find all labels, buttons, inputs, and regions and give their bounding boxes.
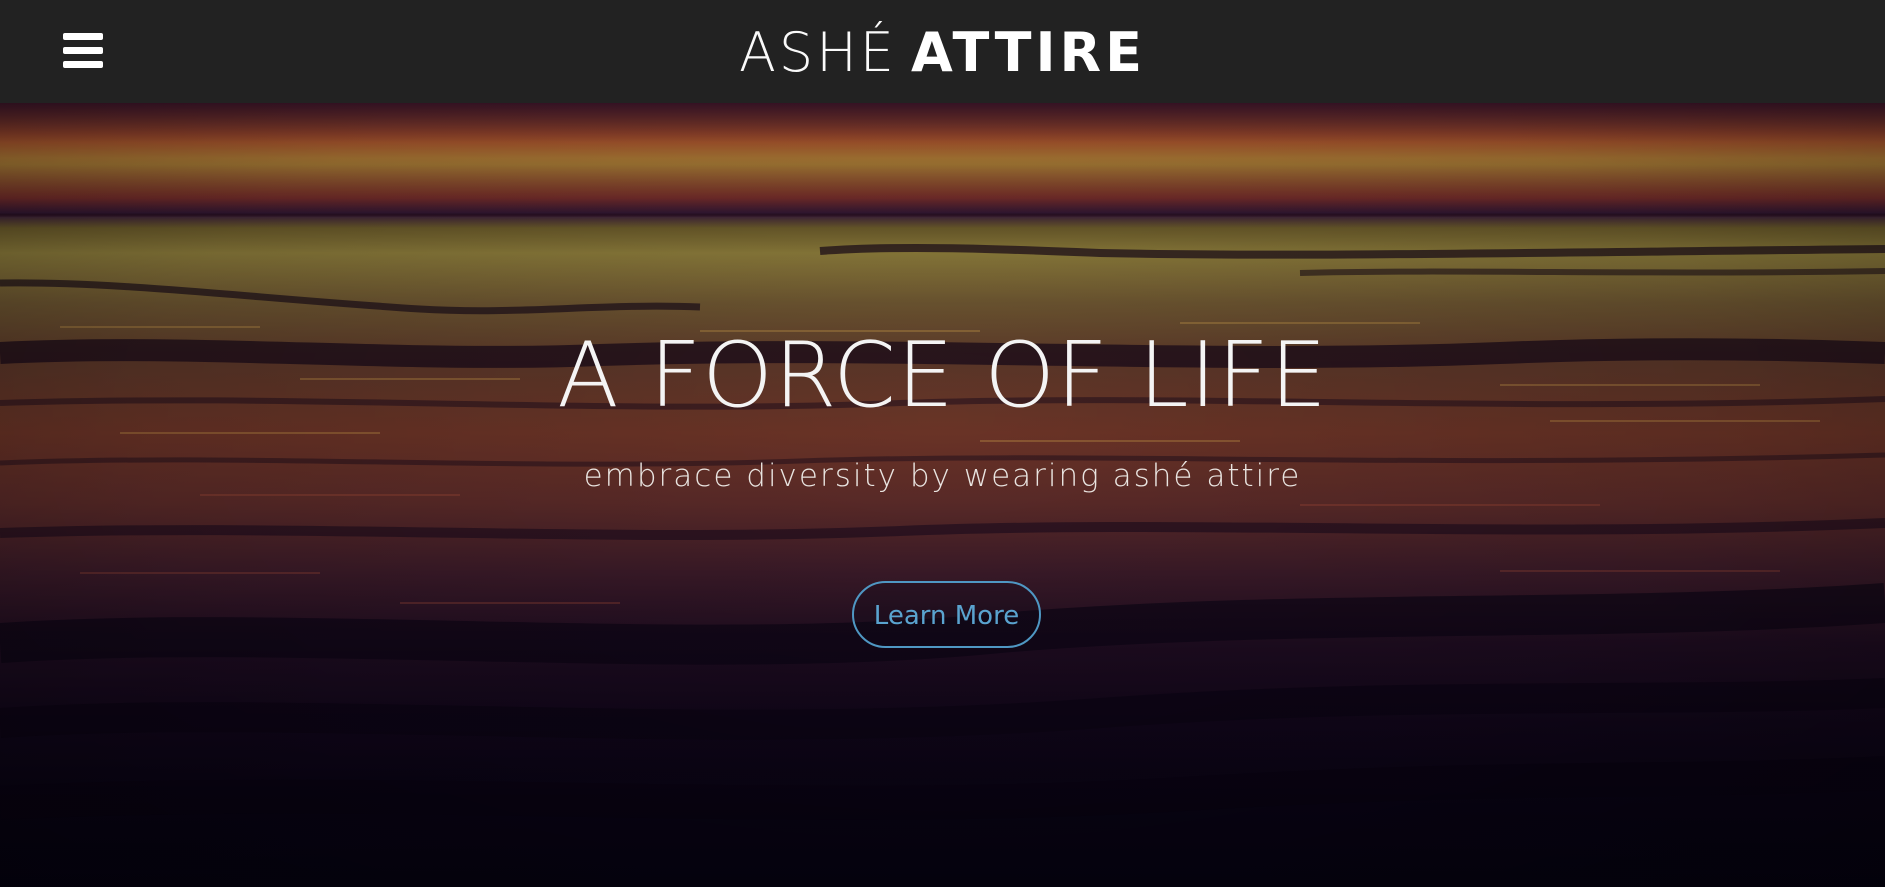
landing-page: ASHÉ ATTIRE A FORCE OF LIFE embrace dive…: [0, 0, 1885, 887]
brand-logo-light-text: ASHÉ: [738, 20, 897, 84]
hero-content: A FORCE OF LIFE embrace diversity by wea…: [0, 103, 1885, 887]
hero-subtitle: embrace diversity by wearing ashé attire: [583, 458, 1302, 494]
brand-logo[interactable]: ASHÉ ATTIRE: [0, 0, 1885, 103]
brand-logo-bold-text: ATTIRE: [910, 20, 1147, 84]
top-navigation-bar: ASHÉ ATTIRE: [0, 0, 1885, 103]
hero-section: A FORCE OF LIFE embrace diversity by wea…: [0, 103, 1885, 887]
hero-title: A FORCE OF LIFE: [557, 323, 1328, 428]
learn-more-button[interactable]: Learn More: [852, 581, 1041, 648]
